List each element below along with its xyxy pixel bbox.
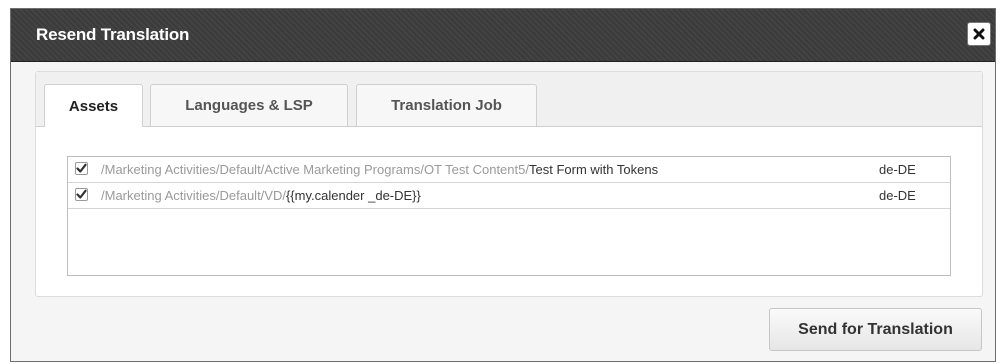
asset-list: /Marketing Activities/Default/Active Mar… [67,156,951,276]
list-item: /Marketing Activities/Default/Active Mar… [68,157,950,183]
resend-translation-dialog: Resend Translation Assets Languages & LS… [10,8,996,362]
tab-assets[interactable]: Assets [44,84,143,127]
send-for-translation-button[interactable]: Send for Translation [769,308,982,351]
check-icon [76,163,87,173]
tabs-panel: Assets Languages & LSP Translation Job /… [35,71,983,297]
asset-folder-path: /Marketing Activities/Default/VD/ [101,188,286,203]
list-item: /Marketing Activities/Default/VD/{{my.ca… [68,183,950,209]
tab-translation-job[interactable]: Translation Job [356,84,537,126]
asset-name: Test Form with Tokens [528,162,659,177]
asset-language: de-DE [879,188,916,203]
asset-folder-path: /Marketing Activities/Default/Active Mar… [101,162,529,177]
tab-languages-lsp[interactable]: Languages & LSP [150,84,348,126]
asset-name: {{my.calender _de-DE}} [285,188,421,203]
asset-path: /Marketing Activities/Default/Active Mar… [101,157,658,182]
close-icon [973,28,985,40]
tab-assets-label: Assets [68,97,119,115]
tab-translation-job-label: Translation Job [391,97,502,114]
asset-language: de-DE [879,162,916,177]
check-icon [76,189,87,199]
close-button[interactable] [967,22,991,46]
asset-path: /Marketing Activities/Default/VD/{{my.ca… [101,183,421,208]
tab-languages-lsp-label: Languages & LSP [185,97,313,114]
asset-checkbox[interactable] [75,188,88,201]
tab-strip: Assets Languages & LSP Translation Job [36,72,982,127]
asset-checkbox[interactable] [75,162,88,175]
dialog-title: Resend Translation [36,25,190,44]
dialog-titlebar: Resend Translation [11,9,995,62]
